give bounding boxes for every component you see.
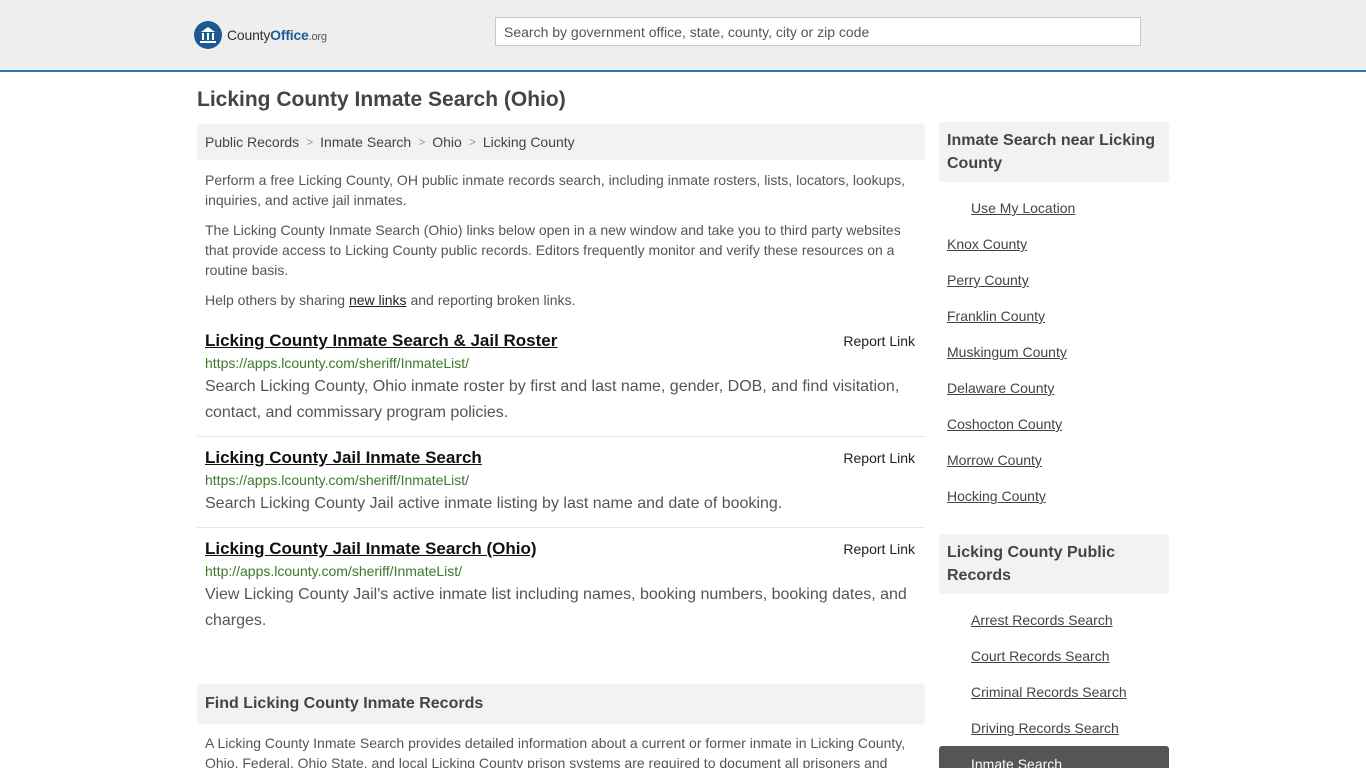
intro-text: Perform a free Licking County, OH public…: [197, 170, 925, 310]
list-item: Coshocton County: [939, 406, 1169, 442]
result-url: https://apps.lcounty.com/sheriff/InmateL…: [205, 472, 470, 488]
list-item: Court Records Search: [939, 638, 1169, 674]
nearby-county-link[interactable]: Knox County: [947, 236, 1027, 252]
results-list: Licking County Inmate Search & Jail Rost…: [197, 330, 925, 644]
result-title-link[interactable]: Licking County Jail Inmate Search: [205, 447, 482, 469]
report-link-button[interactable]: Report Link: [843, 333, 915, 349]
breadcrumb-separator: >: [418, 135, 426, 149]
list-item: Delaware County: [939, 370, 1169, 406]
list-item: Knox County: [939, 226, 1169, 262]
public-records-list: Arrest Records Search Court Records Sear…: [939, 602, 1169, 768]
breadcrumb: Public Records > Inmate Search > Ohio > …: [197, 124, 925, 160]
list-item: Muskingum County: [939, 334, 1169, 370]
nearby-county-link[interactable]: Delaware County: [947, 380, 1054, 396]
page-title: Licking County Inmate Search (Ohio): [197, 88, 566, 111]
site-header: CountyOffice.org: [0, 0, 1366, 72]
nearby-county-link[interactable]: Franklin County: [947, 308, 1045, 324]
breadcrumb-inmate-search[interactable]: Inmate Search: [320, 134, 411, 150]
list-item: Use My Location: [939, 190, 1169, 226]
result-description: View Licking County Jail's active inmate…: [205, 586, 907, 629]
public-record-link[interactable]: Driving Records Search: [971, 720, 1119, 736]
public-record-link[interactable]: Arrest Records Search: [971, 612, 1113, 628]
logo-text: CountyOffice.org: [227, 27, 327, 43]
intro-paragraph: The Licking County Inmate Search (Ohio) …: [205, 222, 901, 278]
list-item: Franklin County: [939, 298, 1169, 334]
result-title-link[interactable]: Licking County Jail Inmate Search (Ohio): [205, 538, 537, 560]
list-item-active: Inmate Search: [939, 746, 1169, 768]
nearby-heading: Inmate Search near Licking County: [939, 122, 1169, 182]
public-record-link[interactable]: Criminal Records Search: [971, 684, 1127, 700]
search-input[interactable]: [495, 17, 1141, 46]
list-item: Hocking County: [939, 478, 1169, 514]
capitol-icon: [194, 21, 222, 49]
result-item: Licking County Jail Inmate Search Report…: [197, 437, 925, 528]
result-title-link[interactable]: Licking County Inmate Search & Jail Rost…: [205, 330, 557, 352]
intro-paragraph: Perform a free Licking County, OH public…: [205, 172, 906, 208]
share-paragraph: Help others by sharing new links and rep…: [205, 292, 576, 308]
result-url: https://apps.lcounty.com/sheriff/InmateL…: [205, 355, 470, 371]
sidebar: Inmate Search near Licking County Use My…: [939, 122, 1169, 768]
find-records-heading: Find Licking County Inmate Records: [197, 684, 925, 724]
breadcrumb-public-records[interactable]: Public Records: [205, 134, 299, 150]
nearby-county-link[interactable]: Muskingum County: [947, 344, 1067, 360]
site-logo[interactable]: CountyOffice.org: [194, 20, 327, 50]
new-links-link[interactable]: new links: [349, 292, 407, 308]
result-item: Licking County Jail Inmate Search (Ohio)…: [197, 528, 925, 644]
result-item: Licking County Inmate Search & Jail Rost…: [197, 330, 925, 437]
nearby-county-link[interactable]: Hocking County: [947, 488, 1046, 504]
list-item: Morrow County: [939, 442, 1169, 478]
breadcrumb-separator: >: [468, 135, 476, 149]
report-link-button[interactable]: Report Link: [843, 541, 915, 557]
report-link-button[interactable]: Report Link: [843, 450, 915, 466]
breadcrumb-licking-county[interactable]: Licking County: [483, 134, 575, 150]
result-url: http://apps.lcounty.com/sheriff/InmateLi…: [205, 563, 463, 579]
list-item: Perry County: [939, 262, 1169, 298]
result-description: Search Licking County Jail active inmate…: [205, 495, 783, 512]
list-item: Arrest Records Search: [939, 602, 1169, 638]
nearby-county-link[interactable]: Coshocton County: [947, 416, 1062, 432]
public-record-link-active[interactable]: Inmate Search: [971, 756, 1062, 768]
public-record-link[interactable]: Court Records Search: [971, 648, 1110, 664]
list-item: Criminal Records Search: [939, 674, 1169, 710]
find-records-text: A Licking County Inmate Search provides …: [205, 735, 906, 768]
breadcrumb-ohio[interactable]: Ohio: [432, 134, 462, 150]
public-records-heading: Licking County Public Records: [939, 534, 1169, 594]
main-content: Public Records > Inmate Search > Ohio > …: [197, 124, 925, 768]
result-description: Search Licking County, Ohio inmate roste…: [205, 378, 900, 421]
nearby-county-link[interactable]: Morrow County: [947, 452, 1042, 468]
nearby-county-link[interactable]: Perry County: [947, 272, 1029, 288]
list-item: Driving Records Search: [939, 710, 1169, 746]
breadcrumb-separator: >: [306, 135, 314, 149]
nearby-list: Use My Location Knox County Perry County…: [939, 190, 1169, 514]
use-my-location-link[interactable]: Use My Location: [971, 200, 1075, 216]
